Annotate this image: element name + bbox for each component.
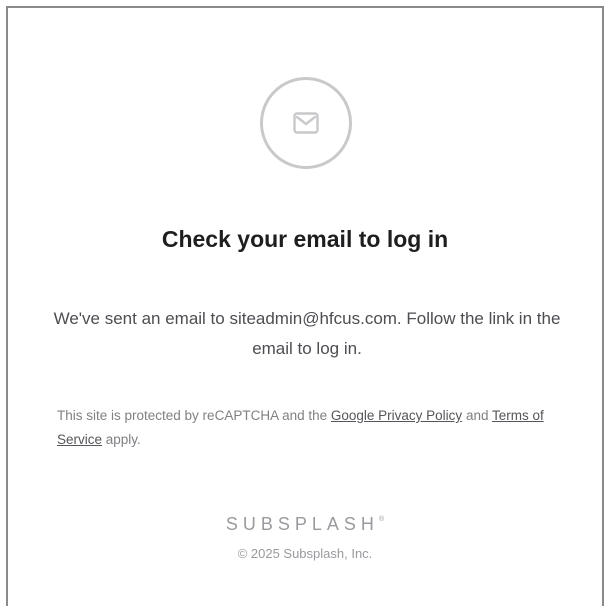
google-privacy-policy-link[interactable]: Google Privacy Policy [331,408,462,423]
email-icon-badge [260,77,352,169]
page-title: Check your email to log in [161,226,449,252]
login-card: Check your email to log in We've sent an… [6,6,604,606]
recaptcha-notice-prefix: This site is protected by reCAPTCHA and … [57,408,331,423]
subsplash-logo-text: SUBSPLASH [225,514,379,534]
registered-mark: ® [378,516,385,523]
subsplash-logo: SUBSPLASH® [8,514,602,535]
recaptcha-notice-suffix: apply. [102,432,141,447]
recaptcha-notice-middle: and [462,408,492,423]
envelope-icon [293,112,319,134]
copyright-text: © 2025 Subsplash, Inc. [237,546,373,561]
recaptcha-notice: This site is protected by reCAPTCHA and … [57,404,557,452]
confirmation-message: We've sent an email to siteadmin@hfcus.c… [53,309,561,358]
